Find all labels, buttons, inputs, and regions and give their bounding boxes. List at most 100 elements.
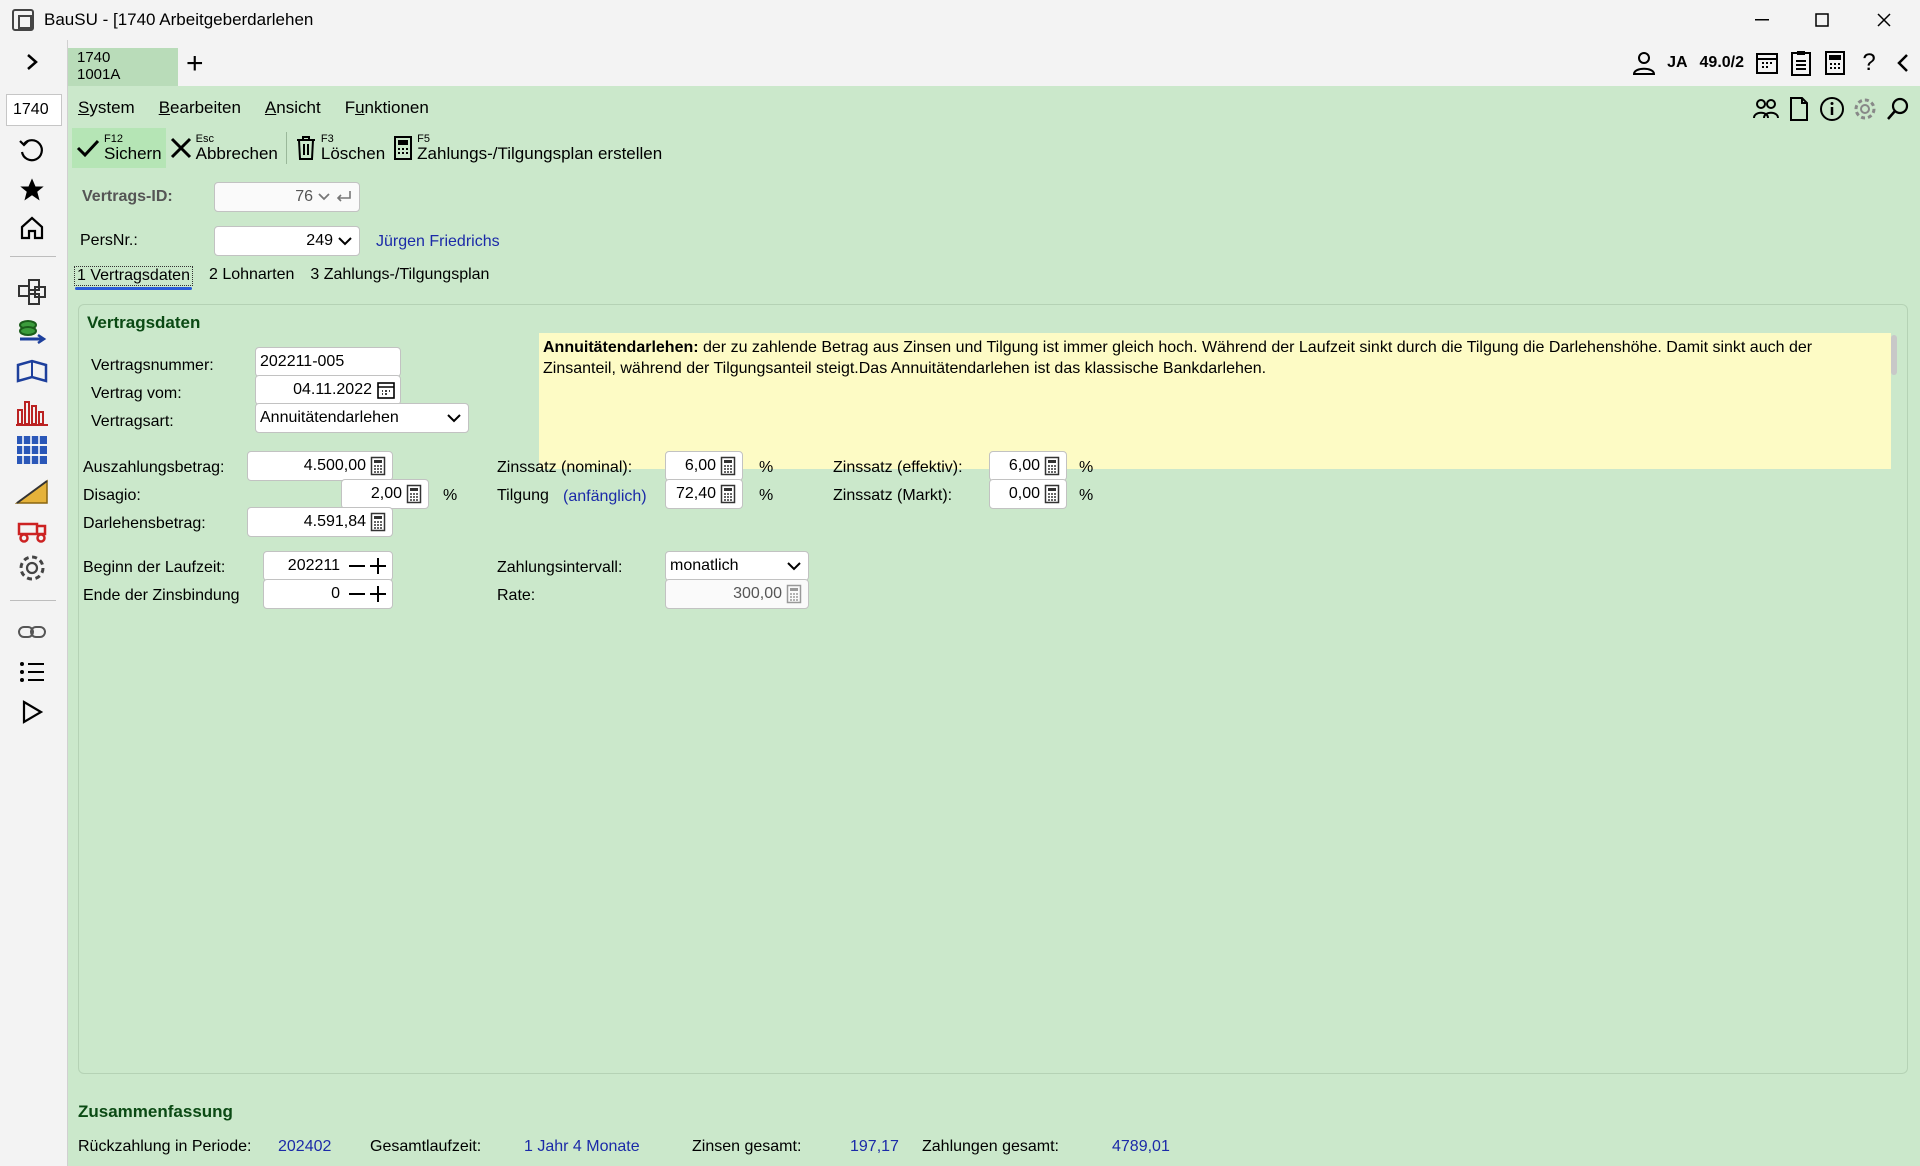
- document-icon[interactable]: [1782, 94, 1815, 124]
- zahlungen-value: 4789,01: [1112, 1138, 1170, 1155]
- top-right-tools: JA 49.0/2 ?: [1627, 46, 1920, 80]
- calendar-icon[interactable]: [1750, 46, 1784, 80]
- chevron-down-icon: [787, 562, 801, 571]
- summary-section: Zusammenfassung Rückzahlung in Periode: …: [78, 1096, 1908, 1166]
- pct-nominal: %: [759, 459, 774, 476]
- tab-lohnarten[interactable]: 2 Lohnarten: [209, 266, 294, 286]
- info-scrollbar[interactable]: [1891, 335, 1897, 375]
- check-icon: [76, 139, 100, 158]
- version-label: 49.0/2: [1699, 54, 1744, 71]
- planning-icon[interactable]: [12, 432, 52, 468]
- vertrag-vom-field[interactable]: 04.11.2022: [255, 375, 401, 405]
- beginn-label: Beginn der Laufzeit:: [83, 559, 226, 576]
- left-rail: 1740: [0, 40, 68, 1166]
- plus-icon[interactable]: [368, 556, 388, 576]
- minimize-button[interactable]: [1730, 0, 1794, 40]
- help-icon[interactable]: ?: [1852, 46, 1886, 80]
- ruler-icon[interactable]: [12, 472, 52, 508]
- document-tabstrip: 1740 1001A + JA 49.0/2 ?: [68, 40, 1920, 86]
- pct-markt: %: [1079, 487, 1094, 504]
- minus-icon[interactable]: [348, 585, 366, 603]
- intervall-select[interactable]: monatlich: [665, 551, 809, 581]
- zins-markt-field[interactable]: 0,00: [989, 479, 1067, 509]
- vertragsart-label: Vertragsart:: [91, 413, 174, 430]
- beginn-stepper[interactable]: 202211: [263, 551, 393, 581]
- home-icon[interactable]: [12, 210, 52, 246]
- menu-bearbeiten[interactable]: Bearbeiten: [159, 98, 241, 118]
- chevron-down-icon: [338, 237, 352, 246]
- statistics-icon[interactable]: [12, 394, 52, 430]
- module-number-field[interactable]: 1740: [6, 94, 62, 126]
- vertragsart-select[interactable]: Annuitätendarlehen: [255, 403, 469, 433]
- play-icon[interactable]: [12, 694, 52, 730]
- favorites-icon[interactable]: [12, 172, 52, 208]
- vertragsnummer-field[interactable]: 202211-005: [255, 347, 401, 377]
- rueck-label: Rückzahlung in Periode:: [78, 1138, 252, 1155]
- calculator-icon: [1044, 456, 1060, 476]
- search-icon[interactable]: [1881, 94, 1914, 124]
- ende-stepper[interactable]: 0: [263, 579, 393, 609]
- tilgung-field[interactable]: 72,40: [665, 479, 743, 509]
- app-icon: [12, 9, 34, 31]
- gear-icon[interactable]: [1848, 94, 1881, 124]
- user-icon[interactable]: [1627, 46, 1661, 80]
- trash-icon: [296, 136, 315, 160]
- rate-field[interactable]: 300,00: [665, 579, 809, 609]
- clipboard-icon[interactable]: [1784, 46, 1818, 80]
- expand-rail-icon[interactable]: [12, 44, 52, 80]
- minus-icon[interactable]: [348, 557, 366, 575]
- rueck-value: 202402: [278, 1138, 332, 1155]
- maximize-button[interactable]: [1790, 0, 1854, 40]
- menu-system[interactable]: System: [78, 98, 135, 118]
- zinsen-label: Zinsen gesamt:: [692, 1138, 802, 1155]
- calculator-icon: [1044, 484, 1060, 504]
- disagio-field[interactable]: 2,00: [341, 479, 429, 509]
- link-icon[interactable]: [12, 614, 52, 650]
- panel-title: Vertragsdaten: [87, 313, 201, 332]
- person-name-link[interactable]: Jürgen Friedrichs: [376, 233, 500, 251]
- window-titlebar: BauSU - [1740 Arbeitgeberdarlehen: [0, 0, 1920, 40]
- settings-icon[interactable]: [12, 550, 52, 586]
- main-area: System Bearbeiten Ansicht Funktionen F12…: [68, 86, 1920, 1166]
- laufzeit-value: 1 Jahr 4 Monate: [524, 1138, 640, 1155]
- delete-button[interactable]: F3 Löschen: [291, 128, 389, 168]
- cancel-button[interactable]: Esc Abbrechen: [166, 128, 282, 168]
- tab-zahlungsplan[interactable]: 3 Zahlungs-/Tilgungsplan: [310, 266, 489, 286]
- document-tab[interactable]: 1740 1001A: [68, 48, 178, 86]
- calculator-icon: [786, 584, 802, 604]
- calculator-icon[interactable]: [1818, 46, 1852, 80]
- refresh-icon[interactable]: [12, 132, 52, 168]
- darlehen-field[interactable]: 4.591,84: [247, 507, 393, 537]
- book-icon[interactable]: [12, 354, 52, 390]
- create-plan-button[interactable]: F5 Zahlungs-/Tilgungsplan erstellen: [389, 128, 666, 168]
- menu-funktionen[interactable]: Funktionen: [345, 98, 429, 118]
- zinsen-value: 197,17: [850, 1138, 899, 1155]
- collapse-panel-icon[interactable]: [1886, 46, 1920, 80]
- close-button[interactable]: [1852, 0, 1916, 40]
- zins-effektiv-field[interactable]: 6,00: [989, 451, 1067, 481]
- menu-ansicht[interactable]: Ansicht: [265, 98, 321, 118]
- ende-label: Ende der Zinsbindung: [83, 587, 240, 604]
- calculator-icon: [720, 484, 736, 504]
- list-icon[interactable]: [12, 654, 52, 690]
- pct-disagio: %: [443, 487, 458, 504]
- machines-icon[interactable]: [12, 512, 52, 548]
- zins-nominal-field[interactable]: 6,00: [665, 451, 743, 481]
- payroll-icon[interactable]: [12, 314, 52, 350]
- zins-nominal-label: Zinssatz (nominal):: [497, 459, 633, 476]
- auszahlung-field[interactable]: 4.500,00: [247, 451, 393, 481]
- users-icon[interactable]: [1749, 94, 1782, 124]
- add-tab-button[interactable]: +: [186, 49, 204, 79]
- right-tools: [1749, 94, 1914, 124]
- intervall-label: Zahlungsintervall:: [497, 559, 623, 576]
- tab-vertragsdaten[interactable]: 1 Vertragsdaten: [74, 266, 193, 290]
- plus-icon[interactable]: [368, 584, 388, 604]
- save-button[interactable]: F12 Sichern: [72, 128, 166, 168]
- modules-icon[interactable]: [12, 274, 52, 310]
- calculator-icon: [370, 512, 386, 532]
- summary-title: Zusammenfassung: [78, 1102, 233, 1121]
- zins-markt-label: Zinssatz (Markt):: [833, 487, 953, 504]
- vertrags-id-field[interactable]: 76: [214, 182, 360, 212]
- info-icon[interactable]: [1815, 94, 1848, 124]
- persnr-field[interactable]: 249: [214, 226, 360, 256]
